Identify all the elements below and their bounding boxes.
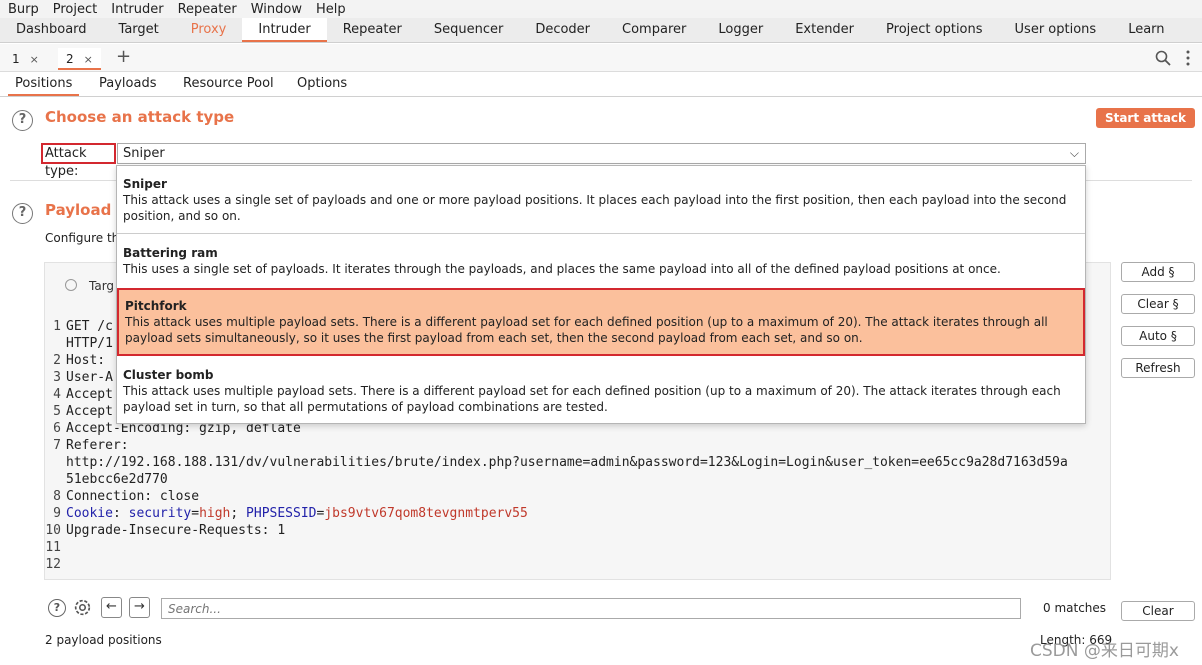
more-menu-icon[interactable] bbox=[1186, 50, 1190, 66]
tab-extender[interactable]: Extender bbox=[779, 18, 870, 42]
menu-repeater[interactable]: Repeater bbox=[170, 2, 243, 17]
target-label: Targ bbox=[89, 279, 115, 293]
menu-window[interactable]: Window bbox=[243, 2, 308, 17]
request-tab-2[interactable]: 2 × bbox=[58, 48, 101, 70]
option-description: This uses a single set of payloads. It i… bbox=[123, 262, 1001, 276]
tab-sequencer[interactable]: Sequencer bbox=[418, 18, 519, 42]
menu-burp[interactable]: Burp bbox=[0, 2, 45, 17]
option-sniper[interactable]: Sniper This attack uses a single set of … bbox=[117, 176, 1085, 224]
attack-type-label: Attack type: bbox=[41, 143, 116, 179]
close-icon[interactable]: × bbox=[84, 53, 93, 66]
option-battering-ram[interactable]: Battering ram This uses a single set of … bbox=[117, 245, 1085, 277]
tab-positions[interactable]: Positions bbox=[8, 72, 80, 96]
code-line: 10 Upgrade-Insecure-Requests: 1 bbox=[45, 523, 286, 538]
request-tab-label: 1 bbox=[12, 52, 20, 66]
previous-match-button[interactable]: ← bbox=[101, 597, 122, 618]
option-title: Cluster bomb bbox=[123, 368, 214, 382]
target-row: Targ bbox=[65, 279, 114, 293]
tab-payloads[interactable]: Payloads bbox=[99, 72, 156, 96]
attack-type-value: Sniper bbox=[123, 146, 165, 161]
option-description: This attack uses multiple payload sets. … bbox=[123, 384, 1061, 414]
option-description: This attack uses a single set of payload… bbox=[123, 193, 1067, 223]
tab-proxy[interactable]: Proxy bbox=[175, 18, 243, 42]
main-tab-bar: Dashboard Target Proxy Intruder Repeater… bbox=[0, 18, 1202, 43]
tab-logger[interactable]: Logger bbox=[702, 18, 779, 42]
clear-marker-button[interactable]: Clear § bbox=[1121, 294, 1195, 314]
code-line: 7 Referer: bbox=[53, 438, 129, 453]
help-icon[interactable]: ? bbox=[12, 110, 33, 131]
request-tab-label: 2 bbox=[66, 52, 74, 66]
menu-project[interactable]: Project bbox=[45, 2, 103, 17]
search-icon[interactable] bbox=[1155, 50, 1171, 66]
watermark: CSDN @来日可期x bbox=[1030, 641, 1179, 661]
tab-options[interactable]: Options bbox=[297, 72, 347, 96]
tab-decoder[interactable]: Decoder bbox=[519, 18, 606, 42]
tab-learn[interactable]: Learn bbox=[1112, 18, 1180, 42]
code-line: 11 bbox=[45, 540, 61, 555]
code-line: http://192.168.188.131/dv/vulnerabilitie… bbox=[66, 455, 1068, 470]
add-tab-icon[interactable]: + bbox=[116, 46, 131, 67]
code-line: 12 bbox=[45, 557, 61, 572]
code-line: 8 Connection: close bbox=[53, 489, 200, 504]
option-description: This attack uses multiple payload sets. … bbox=[125, 315, 1048, 345]
option-pitchfork[interactable]: Pitchfork This attack uses multiple payl… bbox=[117, 288, 1085, 356]
refresh-button[interactable]: Refresh bbox=[1121, 358, 1195, 378]
help-icon[interactable]: ? bbox=[48, 599, 66, 617]
next-match-button[interactable]: → bbox=[129, 597, 150, 618]
attack-type-title: Choose an attack type bbox=[45, 108, 235, 126]
option-title: Pitchfork bbox=[125, 299, 187, 313]
option-title: Sniper bbox=[123, 177, 167, 191]
tab-target[interactable]: Target bbox=[103, 18, 175, 42]
match-count: 0 matches bbox=[1043, 601, 1107, 615]
close-icon[interactable]: × bbox=[30, 53, 39, 66]
tab-dashboard[interactable]: Dashboard bbox=[0, 18, 103, 42]
tab-repeater[interactable]: Repeater bbox=[327, 18, 418, 42]
option-divider bbox=[117, 233, 1085, 234]
request-tab-bar: 1 × 2 × bbox=[0, 44, 1202, 72]
menu-intruder[interactable]: Intruder bbox=[103, 2, 169, 17]
option-cluster-bomb[interactable]: Cluster bomb This attack uses multiple p… bbox=[117, 367, 1085, 415]
add-marker-button[interactable]: Add § bbox=[1121, 262, 1195, 282]
gear-icon[interactable] bbox=[72, 597, 93, 618]
configure-text: Configure th bbox=[45, 231, 120, 245]
attack-type-dropdown[interactable]: Sniper This attack uses a single set of … bbox=[116, 165, 1086, 424]
chevron-down-icon: ⌵ bbox=[1069, 146, 1079, 160]
request-tab-1[interactable]: 1 × bbox=[4, 48, 47, 70]
code-line: 51ebcc6e2d770 bbox=[66, 472, 168, 487]
start-attack-button[interactable]: Start attack bbox=[1096, 108, 1195, 128]
auto-marker-button[interactable]: Auto § bbox=[1121, 326, 1195, 346]
tab-resource-pool[interactable]: Resource Pool bbox=[183, 72, 274, 96]
attack-type-select[interactable]: Sniper ⌵ bbox=[117, 143, 1086, 164]
help-icon[interactable]: ? bbox=[12, 203, 33, 224]
tab-comparer[interactable]: Comparer bbox=[606, 18, 702, 42]
tab-project-options[interactable]: Project options bbox=[870, 18, 999, 42]
tab-intruder[interactable]: Intruder bbox=[242, 18, 327, 42]
intruder-sub-tabs: Positions Payloads Resource Pool Options bbox=[0, 72, 1202, 97]
menu-help[interactable]: Help bbox=[308, 2, 352, 17]
option-title: Battering ram bbox=[123, 246, 218, 260]
search-input[interactable] bbox=[161, 598, 1021, 619]
menu-bar: Burp Project Intruder Repeater Window He… bbox=[0, 0, 1202, 18]
tab-user-options[interactable]: User options bbox=[999, 18, 1113, 42]
clear-search-button[interactable]: Clear bbox=[1121, 601, 1195, 621]
code-line-cookie: 9 Cookie: security=high; PHPSESSID=jbs9vt… bbox=[53, 506, 528, 521]
payload-position-count: 2 payload positions bbox=[45, 633, 162, 647]
target-icon bbox=[65, 279, 77, 291]
